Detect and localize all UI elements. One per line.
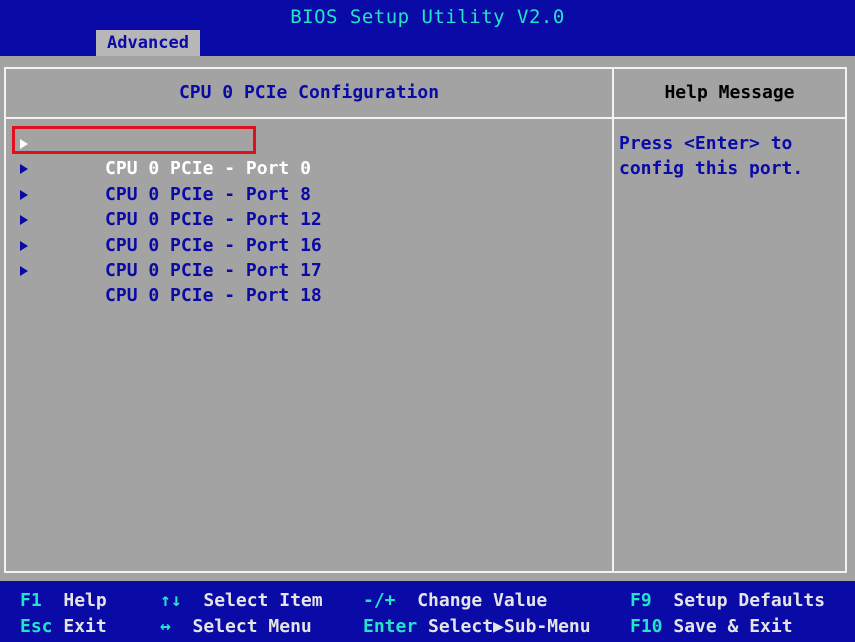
legend-enter: Enter Select▶Sub-Menu xyxy=(363,614,591,640)
submenu-arrow-icon xyxy=(20,215,28,226)
menu-item-port-18[interactable]: CPU 0 PCIe - Port 18 xyxy=(14,258,322,306)
menu-item-port-8[interactable]: CPU 0 PCIe - Port 8 xyxy=(14,156,322,205)
submenu-arrow-icon xyxy=(20,240,28,251)
up-down-arrows-icon: ↑↓ xyxy=(160,590,182,611)
legend-updown-label: Select Item xyxy=(203,590,323,611)
submenu-arrow-icon xyxy=(20,265,28,276)
legend-leftright-label: Select Menu xyxy=(192,616,312,637)
key-f9: F9 xyxy=(630,590,652,611)
legend-esc-label: Exit xyxy=(63,616,107,637)
menu-item-port-16[interactable]: CPU 0 PCIe - Port 16 xyxy=(14,207,322,256)
legend-f10: F10 Save & Exit xyxy=(630,614,793,640)
bios-title: BIOS Setup Utility V2.0 xyxy=(290,6,565,28)
legend-f1-label: Help xyxy=(63,590,107,611)
submenu-arrow-icon xyxy=(20,189,28,200)
legend-change-value-label: Change Value xyxy=(417,590,548,611)
menu-item-label: CPU 0 PCIe - Port 18 xyxy=(105,285,322,307)
legend-change-value: -/+ Change Value xyxy=(363,588,547,614)
key-enter: Enter xyxy=(363,616,418,637)
legend-f1: F1 Help xyxy=(20,588,107,614)
help-title: Help Message xyxy=(664,82,795,103)
legend-f10-label: Save & Exit xyxy=(673,616,793,637)
legend-leftright: ↔ Select Menu xyxy=(160,614,312,640)
page-title: CPU 0 PCIe Configuration xyxy=(178,82,440,103)
key-f10: F10 xyxy=(630,616,663,637)
submenu-arrow-icon xyxy=(20,164,28,175)
menu-item-port-17[interactable]: CPU 0 PCIe - Port 17 xyxy=(14,233,322,281)
help-message: Press <Enter> to config this port. xyxy=(619,133,804,180)
key-esc: Esc xyxy=(20,616,53,637)
horizontal-divider xyxy=(4,117,847,119)
main-panel: CPU 0 PCIe Configuration Help Message CP… xyxy=(0,56,855,581)
menu-item-port-12[interactable]: CPU 0 PCIe - Port 12 xyxy=(14,182,322,230)
vertical-divider xyxy=(612,67,614,573)
left-right-arrows-icon: ↔ xyxy=(160,616,171,637)
key-minus-plus: -/+ xyxy=(363,590,396,611)
key-legend: F1 Help Esc Exit ↑↓ Select Item ↔ Select… xyxy=(0,588,855,642)
tab-advanced[interactable]: Advanced xyxy=(96,30,200,56)
legend-esc: Esc Exit xyxy=(20,614,107,640)
selection-highlight-box xyxy=(12,126,256,154)
key-f1: F1 xyxy=(20,590,42,611)
legend-f9-label: Setup Defaults xyxy=(673,590,826,611)
legend-updown: ↑↓ Select Item xyxy=(160,588,323,614)
legend-enter-label: Select▶Sub-Menu xyxy=(428,616,591,637)
legend-f9: F9 Setup Defaults xyxy=(630,588,825,614)
